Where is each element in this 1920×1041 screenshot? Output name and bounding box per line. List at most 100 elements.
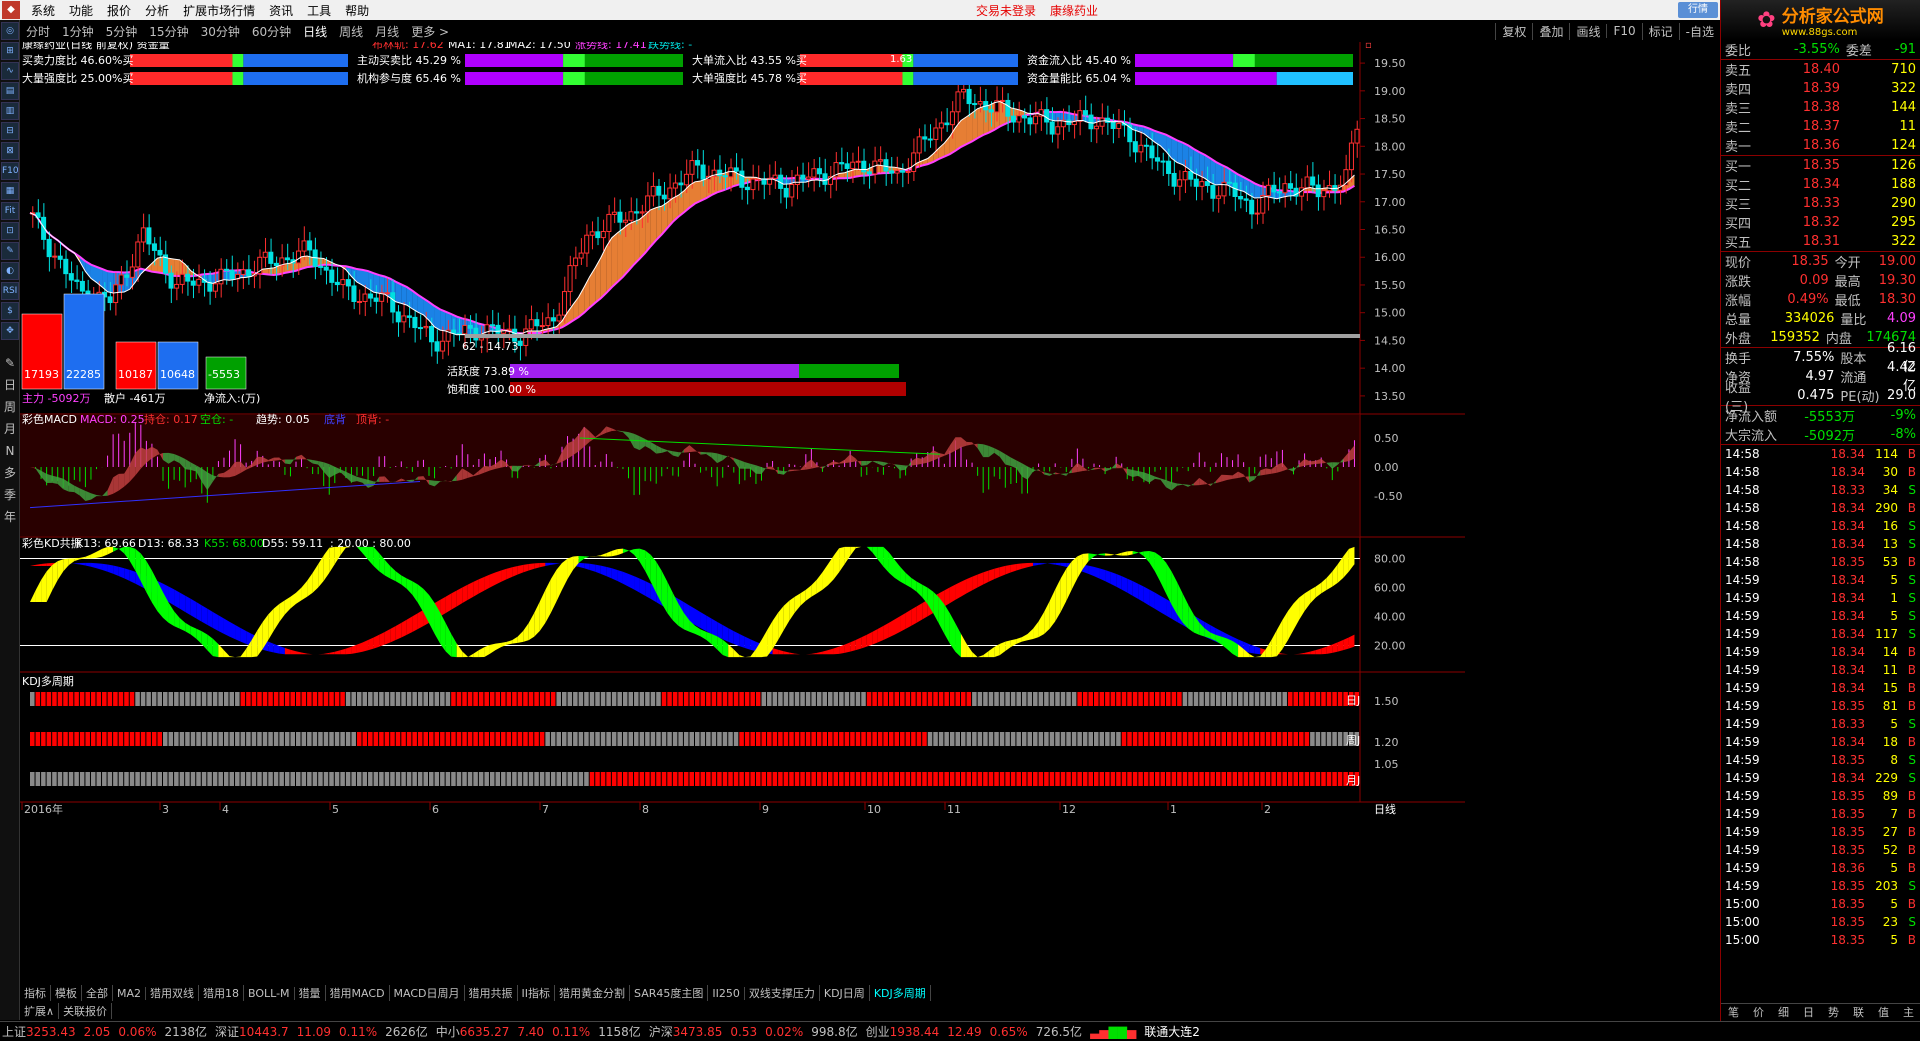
- menu-function[interactable]: 功能: [62, 2, 100, 19]
- left-tool-4[interactable]: ▥: [1, 102, 19, 120]
- indicator-tab-0[interactable]: 指标: [20, 985, 51, 1001]
- quote-tab-7[interactable]: 主: [1903, 1004, 1914, 1021]
- left-tool-20[interactable]: N: [0, 440, 20, 462]
- left-tool-21[interactable]: 多: [0, 462, 20, 484]
- left-tool-10[interactable]: ⊡: [1, 222, 19, 240]
- candle-body: [1276, 191, 1282, 194]
- period-tab-timeshare[interactable]: 分时: [20, 23, 56, 40]
- period-tab-60min[interactable]: 60分钟: [246, 23, 297, 40]
- trade-login-status[interactable]: 交易未登录: [976, 2, 1036, 19]
- left-tool-22[interactable]: 季: [0, 484, 20, 506]
- left-tool-6[interactable]: ⊠: [1, 142, 19, 160]
- kdj-cell: [218, 732, 223, 746]
- kdj-cell: [1088, 772, 1093, 786]
- indicator-tab-3[interactable]: MA2: [113, 986, 147, 1000]
- sub-tab-0[interactable]: 扩展∧: [20, 1003, 60, 1019]
- indicator-tab-1[interactable]: 模板: [51, 985, 82, 1001]
- left-tool-8[interactable]: ▦: [1, 182, 19, 200]
- quote-tab-0[interactable]: 笔: [1728, 1004, 1739, 1021]
- period-tab-monthly[interactable]: 月线: [369, 23, 405, 40]
- indicator-tab-6[interactable]: BOLL-M: [244, 986, 295, 1000]
- candle-body: [1154, 157, 1161, 162]
- left-tool-5[interactable]: ⊟: [1, 122, 19, 140]
- quote-tab-6[interactable]: 值: [1878, 1004, 1889, 1021]
- menu-quote[interactable]: 报价: [100, 2, 138, 19]
- watchlist-button[interactable]: -自选: [1678, 22, 1720, 40]
- indicator-tab-8[interactable]: 猎用MACD: [326, 985, 390, 1001]
- indicator-tab-12[interactable]: 猎用黄金分割: [555, 985, 631, 1001]
- indicator-tab-2[interactable]: 全部: [82, 985, 113, 1001]
- server-name[interactable]: 联通大连2: [1144, 1023, 1200, 1040]
- period-tab-daily[interactable]: 日线: [297, 23, 333, 40]
- left-tool-14[interactable]: $: [1, 302, 19, 320]
- candle-body: [129, 266, 135, 278]
- indicator-tab-7[interactable]: 猎量: [295, 985, 326, 1001]
- indicator-tab-15[interactable]: 双线支撑压力: [745, 985, 820, 1001]
- chart-area[interactable]: 19.50 19.00 18.50 18.00 17.50 17.00 16.50 16.00…: [20, 42, 1465, 992]
- mark-button[interactable]: 标记: [1641, 22, 1679, 40]
- f10-button[interactable]: F10: [1606, 24, 1641, 38]
- indicator-tab-5[interactable]: 猎用18: [199, 985, 245, 1001]
- left-tool-16[interactable]: ✎: [0, 352, 20, 374]
- sub-tab-1[interactable]: 关联报价: [59, 1003, 113, 1019]
- left-tool-3[interactable]: ▤: [1, 82, 19, 100]
- sh-label[interactable]: 上证: [2, 1025, 26, 1039]
- sz-label[interactable]: 深证: [215, 1025, 239, 1039]
- indicator-tab-4[interactable]: 猎用双线: [146, 985, 200, 1001]
- candle-body: [916, 136, 922, 154]
- quote-tab-3[interactable]: 日: [1803, 1004, 1814, 1021]
- kdj-cell: [1293, 772, 1299, 786]
- tick-list[interactable]: 14:58 18.34 114 B 14:58 18.34 30 B 14:58 18.33 34 S…: [1721, 445, 1920, 949]
- draw-line-button[interactable]: 画线: [1569, 22, 1606, 40]
- overlay-button[interactable]: 叠加: [1532, 22, 1569, 40]
- zx-label[interactable]: 中小: [436, 1025, 460, 1039]
- left-tool-23[interactable]: 年: [0, 506, 20, 528]
- left-tool-12[interactable]: ◐: [1, 262, 19, 280]
- quote-button[interactable]: 行情: [1678, 2, 1718, 18]
- menu-info[interactable]: 资讯: [262, 2, 300, 19]
- indicator-tab-11[interactable]: II指标: [518, 985, 556, 1001]
- indicator-tab-10[interactable]: 猎用共振: [465, 985, 518, 1001]
- quote-tab-1[interactable]: 价: [1753, 1004, 1764, 1021]
- left-tool-17[interactable]: 日: [0, 374, 20, 396]
- quote-tab-2[interactable]: 细: [1778, 1004, 1789, 1021]
- left-tool-19[interactable]: 月: [0, 418, 20, 440]
- indicator-tab-16[interactable]: KDJ日周: [820, 985, 870, 1001]
- kdj-cell: [284, 772, 290, 786]
- indicator-tab-17[interactable]: KDJ多周期: [870, 985, 931, 1001]
- period-tab-1min[interactable]: 1分钟: [56, 23, 100, 40]
- hs-label[interactable]: 沪深: [649, 1025, 673, 1039]
- menu-analysis[interactable]: 分析: [138, 2, 176, 19]
- left-tool-11[interactable]: ✎: [1, 242, 19, 260]
- left-tool-18[interactable]: 周: [0, 396, 20, 418]
- indicator-tab-13[interactable]: SAR45度主图: [630, 985, 709, 1001]
- left-tool-9[interactable]: Fit: [1, 202, 19, 220]
- indicator-tab-9[interactable]: MACD日周月: [390, 985, 465, 1001]
- quote-tab-5[interactable]: 联: [1853, 1004, 1864, 1021]
- indicator-tab-14[interactable]: II250: [708, 986, 745, 1000]
- restore-rights-button[interactable]: 复权: [1495, 22, 1532, 40]
- menu-tools[interactable]: 工具: [300, 2, 338, 19]
- cy-label[interactable]: 创业: [866, 1025, 890, 1039]
- kdj-cell: [983, 692, 988, 706]
- left-tool-0[interactable]: ◎: [1, 22, 19, 40]
- candle-body: [650, 185, 656, 197]
- left-tool-15[interactable]: ✥: [1, 322, 19, 340]
- left-tool-1[interactable]: ⊞: [1, 42, 19, 60]
- stat-bar-seg: [800, 54, 903, 67]
- kdj-cell: [1094, 692, 1099, 706]
- period-tab-more[interactable]: 更多 >: [405, 23, 455, 40]
- period-tab-5min[interactable]: 5分钟: [100, 23, 144, 40]
- kdj-cell: [844, 692, 850, 706]
- left-tool-2[interactable]: ∿: [1, 62, 19, 80]
- period-tab-weekly[interactable]: 周线: [333, 23, 369, 40]
- menu-system[interactable]: 系统: [24, 2, 62, 19]
- period-tab-15min[interactable]: 15分钟: [143, 23, 194, 40]
- period-tab-30min[interactable]: 30分钟: [195, 23, 246, 40]
- left-tool-13[interactable]: RSI: [1, 282, 19, 300]
- quote-tab-4[interactable]: 势: [1828, 1004, 1839, 1021]
- kdj-cell: [761, 692, 767, 706]
- menu-help[interactable]: 帮助: [338, 2, 376, 19]
- menu-extended-market[interactable]: 扩展市场行情: [176, 2, 262, 19]
- left-tool-7[interactable]: F10: [1, 162, 19, 180]
